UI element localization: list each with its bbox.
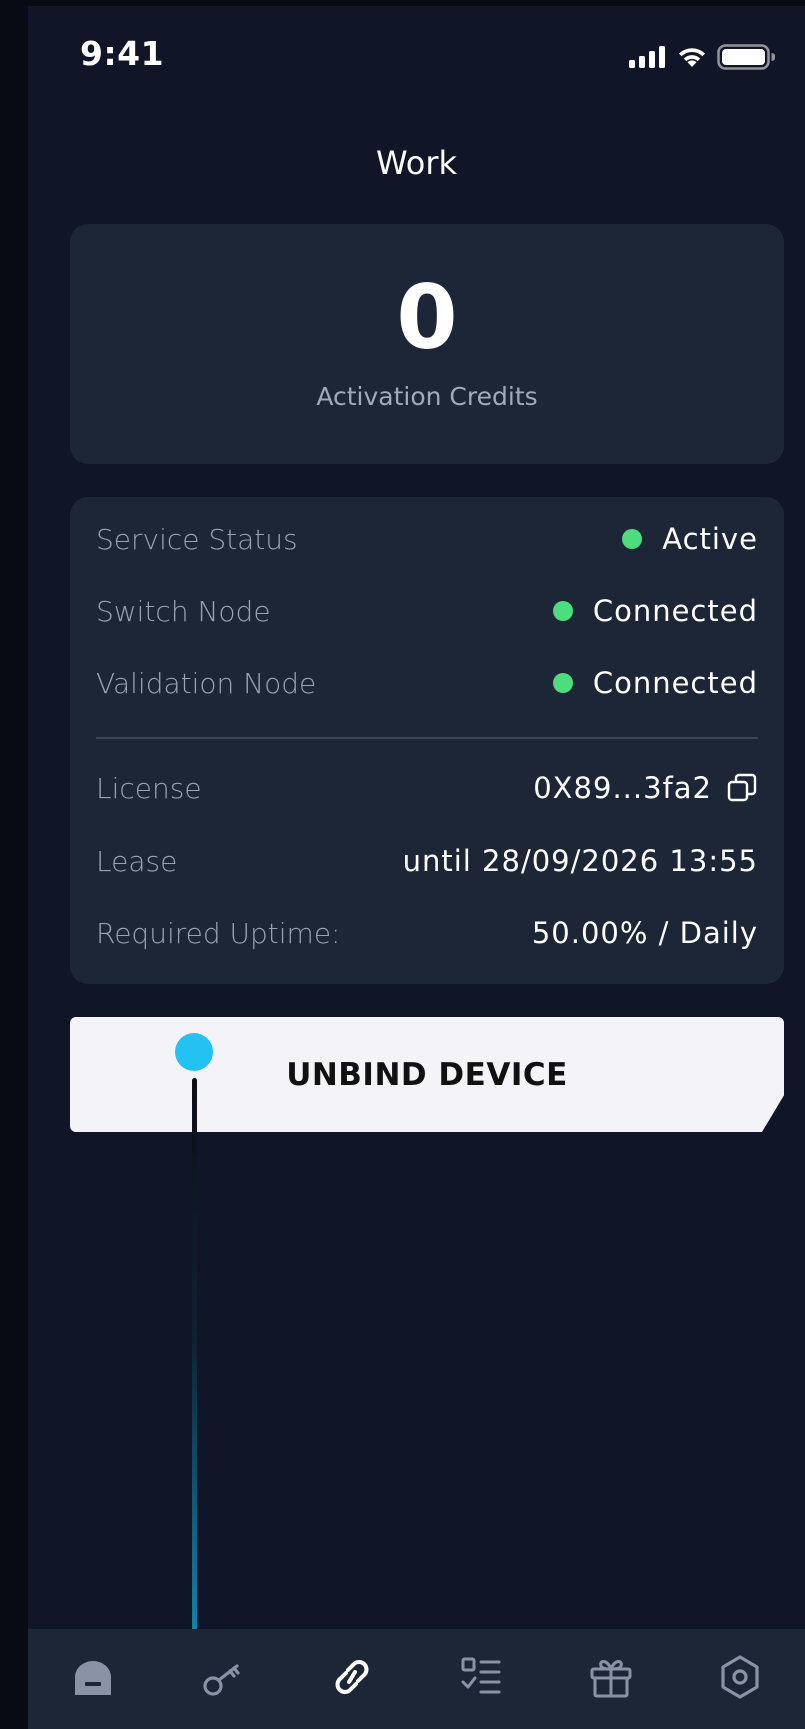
unbind-device-label: UNBIND DEVICE bbox=[286, 1056, 568, 1093]
info-divider bbox=[96, 737, 758, 739]
switch-node-label: Switch Node bbox=[96, 594, 271, 628]
tab-keys[interactable] bbox=[182, 1639, 262, 1719]
validation-node-row: Validation Node Connected bbox=[96, 663, 758, 703]
tab-tasks[interactable] bbox=[441, 1639, 521, 1719]
activation-credits-card: 0 Activation Credits bbox=[70, 224, 784, 464]
page-title: Work bbox=[375, 144, 458, 182]
lease-row: Lease until 28/09/2026 13:55 bbox=[96, 841, 758, 881]
wifi-icon bbox=[677, 46, 707, 72]
status-dot-icon bbox=[552, 601, 573, 621]
service-status-label: Service Status bbox=[96, 522, 298, 556]
status-icons bbox=[629, 44, 776, 74]
validation-node-value: Connected bbox=[592, 666, 758, 700]
uptime-label: Required Uptime: bbox=[96, 916, 341, 950]
service-status-value: Active bbox=[662, 522, 758, 556]
device-info-card: Service Status Active Switch Node Connec… bbox=[70, 497, 784, 984]
switch-node-row: Switch Node Connected bbox=[96, 591, 758, 631]
switch-node-value-group: Connected bbox=[552, 594, 758, 628]
validation-node-label: Validation Node bbox=[96, 666, 317, 700]
unbind-device-button[interactable]: UNBIND DEVICE bbox=[70, 1017, 784, 1132]
service-status-value-group: Active bbox=[622, 522, 758, 556]
cellular-signal-icon bbox=[629, 46, 667, 72]
status-bar: 9:41 bbox=[28, 6, 805, 106]
lease-label: Lease bbox=[96, 844, 178, 878]
uptime-row: Required Uptime: 50.00% / Daily bbox=[96, 913, 758, 953]
credits-value: 0 bbox=[396, 266, 458, 369]
tab-work[interactable] bbox=[312, 1639, 392, 1719]
home-icon bbox=[71, 1655, 115, 1703]
key-icon bbox=[200, 1655, 244, 1703]
phone-screen: 9:41 Work 0 Activation Credits Service S… bbox=[28, 6, 805, 1729]
validation-node-value-group: Connected bbox=[552, 666, 758, 700]
license-label: License bbox=[96, 771, 202, 805]
uptime-value: 50.00% / Daily bbox=[531, 916, 758, 950]
license-row: License 0X89...3fa2 bbox=[96, 768, 758, 808]
link-icon bbox=[328, 1653, 376, 1705]
tasks-icon bbox=[459, 1655, 503, 1703]
tab-home[interactable] bbox=[53, 1639, 133, 1719]
lease-value: until 28/09/2026 13:55 bbox=[402, 844, 758, 878]
status-dot-icon bbox=[622, 529, 643, 549]
tab-rewards[interactable] bbox=[571, 1639, 651, 1719]
status-dot-icon bbox=[552, 673, 573, 693]
license-value: 0X89...3fa2 bbox=[533, 771, 712, 805]
switch-node-value: Connected bbox=[592, 594, 758, 628]
bottom-tab-bar bbox=[28, 1629, 805, 1729]
tab-settings[interactable] bbox=[700, 1639, 780, 1719]
gift-icon bbox=[588, 1654, 634, 1704]
battery-icon bbox=[717, 44, 776, 74]
license-value-group: 0X89...3fa2 bbox=[533, 771, 758, 805]
status-time: 9:41 bbox=[80, 34, 165, 73]
service-status-row: Service Status Active bbox=[96, 519, 758, 559]
copy-icon[interactable] bbox=[726, 772, 758, 804]
touch-pointer-indicator bbox=[175, 1033, 213, 1071]
credits-label: Activation Credits bbox=[316, 382, 538, 411]
settings-hexagon-icon bbox=[717, 1654, 763, 1704]
